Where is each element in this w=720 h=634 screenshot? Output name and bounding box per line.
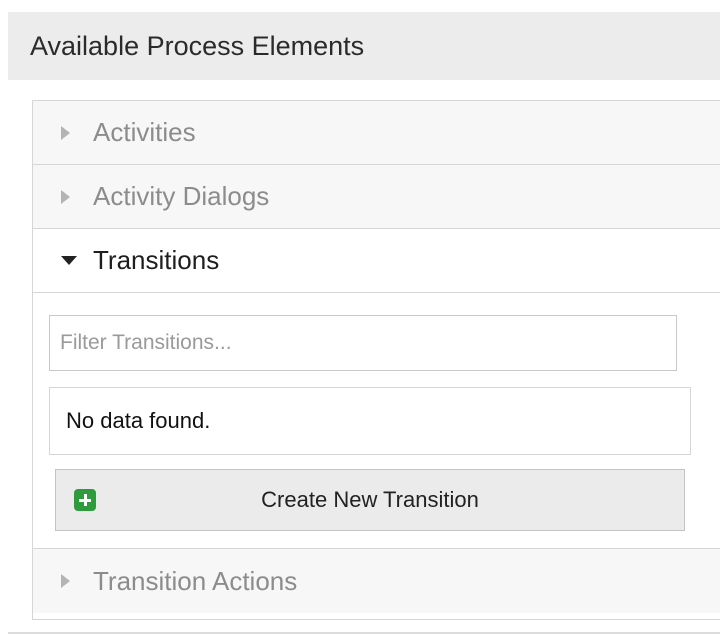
accordion-item-transition-actions[interactable]: Transition Actions <box>33 549 720 613</box>
triangle-right-icon <box>61 125 83 140</box>
accordion-item-activities[interactable]: Activities <box>33 101 720 165</box>
transitions-content: No data found. Create New Transition <box>33 293 720 549</box>
process-elements-accordion: Activities Activity Dialogs Transitions … <box>32 100 720 620</box>
accordion-item-label: Activity Dialogs <box>93 181 270 211</box>
filter-transitions-input[interactable] <box>49 315 677 371</box>
triangle-right-icon <box>61 189 83 204</box>
triangle-right-icon <box>61 574 83 588</box>
create-button-label: Create New Transition <box>261 487 479 512</box>
process-elements-panel: Available Process Elements Activities Ac… <box>8 12 720 634</box>
panel-title: Available Process Elements <box>8 12 720 80</box>
accordion-item-label: Transitions <box>93 245 220 275</box>
empty-state-message: No data found. <box>49 387 691 455</box>
accordion-item-label: Transition Actions <box>93 565 298 596</box>
plus-square-icon <box>74 489 96 511</box>
accordion-item-label: Activities <box>93 117 196 147</box>
accordion-item-transitions[interactable]: Transitions <box>33 229 720 293</box>
accordion-item-activity-dialogs[interactable]: Activity Dialogs <box>33 165 720 229</box>
triangle-down-icon <box>61 256 83 265</box>
create-new-transition-button[interactable]: Create New Transition <box>55 469 685 531</box>
